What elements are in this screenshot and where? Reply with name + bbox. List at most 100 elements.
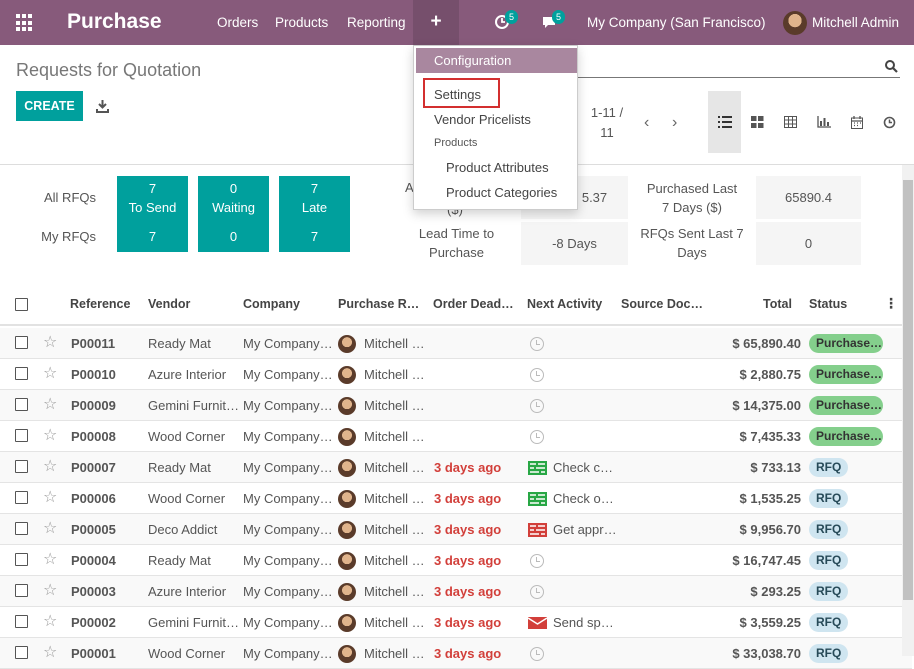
star-icon[interactable]: ☆ [43,642,57,662]
menu-reporting[interactable]: Reporting [347,15,406,30]
column-next-activity[interactable]: Next Activity [527,297,602,311]
search-input[interactable] [578,77,900,78]
star-icon[interactable]: ☆ [43,394,57,414]
top-navbar: Purchase Orders Products Reporting + 5 5… [0,0,914,45]
next-activity-summary[interactable]: Get appr… [553,522,615,537]
next-activity-summary[interactable]: Check o… [553,491,615,506]
pager-next-icon[interactable]: › [672,114,677,132]
list-view-button[interactable] [708,91,741,153]
star-icon[interactable]: ☆ [43,580,57,600]
row-checkbox[interactable] [15,491,28,504]
company-cell: My Company… [243,646,333,661]
row-checkbox[interactable] [15,336,28,349]
user-menu[interactable]: Mitchell Admin [812,15,899,30]
column-source-document[interactable]: Source Doc… [621,297,703,311]
row-checkbox[interactable] [15,615,28,628]
table-row[interactable]: ☆ P00006 Wood Corner My Company… Mitchell … 3… [0,483,912,514]
column-purchase-rep[interactable]: Purchase R… [338,297,419,311]
tile-waiting[interactable]: 0 Waiting [198,176,269,221]
table-row[interactable]: ☆ P00002 Gemini Furnit… My Company… Mitchell… [0,607,912,638]
next-activity-summary[interactable]: Send sp… [553,615,615,630]
table-row[interactable]: ☆ P00008 Wood Corner My Company… Mitchell … $… [0,421,912,452]
tile-my-late[interactable]: 7 [279,221,350,252]
list-icon [717,116,732,128]
clock-icon[interactable] [530,368,544,382]
table-row[interactable]: ☆ P00003 Azure Interior My Company… Mitchell… [0,576,912,607]
row-checkbox[interactable] [15,584,28,597]
my-rfqs-label: My RFQs [41,229,96,244]
pager-range[interactable]: 1-11 / [590,103,624,123]
pager-previous-icon[interactable]: ‹ [644,114,649,132]
activity-status-icon[interactable] [528,492,547,506]
table-row[interactable]: ☆ P00007 Ready Mat My Company… Mitchell … 3 d… [0,452,912,483]
menu-configuration-plus[interactable]: + [413,0,459,45]
star-icon[interactable]: ☆ [43,363,57,383]
table-row[interactable]: ☆ P00005 Deco Addict My Company… Mitchell … 3… [0,514,912,545]
clock-icon[interactable] [530,585,544,599]
create-button[interactable]: CREATE [16,91,83,121]
search-icon[interactable] [884,59,898,73]
pivot-view-button[interactable] [774,91,807,153]
message-count-badge: 5 [552,10,566,24]
graph-view-button[interactable] [807,91,840,153]
messaging-menu[interactable]: 5 [541,10,566,33]
tile-late[interactable]: 7 Late [279,176,350,221]
table-row[interactable]: ☆ P00010 Azure Interior My Company… Mitchell… [0,359,912,390]
table-row[interactable]: ☆ P00011 Ready Mat My Company… Mitchell … $ 6… [0,328,912,359]
calendar-view-button[interactable] [840,91,873,153]
clock-icon[interactable] [530,554,544,568]
table-row[interactable]: ☆ P00004 Ready Mat My Company… Mitchell … 3 d… [0,545,912,576]
star-icon[interactable]: ☆ [43,518,57,538]
clock-icon[interactable] [530,647,544,661]
pager-value[interactable]: 1-11 / 11 [590,103,624,143]
scrollbar-thumb[interactable] [903,180,913,600]
menu-item-product-categories[interactable]: Product Categories [446,185,557,200]
company-cell: My Company… [243,584,333,599]
tile-my-to-send[interactable]: 7 [117,221,188,252]
column-vendor[interactable]: Vendor [148,297,190,311]
optional-columns-icon[interactable]: ⋮ [884,295,898,312]
select-all-checkbox[interactable] [15,298,28,311]
clock-icon[interactable] [530,430,544,444]
kanban-view-button[interactable] [741,91,774,153]
activity-menu[interactable]: 5 [494,10,519,33]
table-row[interactable]: ☆ P00009 Gemini Furnit… My Company… Mitchell… [0,390,912,421]
app-menu-icon[interactable] [16,14,34,32]
row-checkbox[interactable] [15,553,28,566]
next-activity-summary[interactable]: Check c… [553,460,615,475]
activity-status-icon[interactable] [528,461,547,475]
tile-to-send[interactable]: 7 To Send [117,176,188,221]
column-status[interactable]: Status [809,297,847,311]
status-badge: RFQ [809,489,849,508]
star-icon[interactable]: ☆ [43,332,57,352]
menu-item-product-attributes[interactable]: Product Attributes [446,160,549,175]
row-checkbox[interactable] [15,429,28,442]
menu-orders[interactable]: Orders [217,15,258,30]
envelope-icon[interactable] [528,616,547,630]
download-icon[interactable] [96,99,109,113]
column-company[interactable]: Company [243,297,300,311]
menu-products[interactable]: Products [275,15,328,30]
column-order-deadline[interactable]: Order Dead… [433,297,514,311]
row-checkbox[interactable] [15,460,28,473]
row-checkbox[interactable] [15,398,28,411]
user-avatar[interactable] [783,11,807,35]
star-icon[interactable]: ☆ [43,487,57,507]
tile-my-waiting[interactable]: 0 [198,221,269,252]
activity-status-icon[interactable] [528,523,547,537]
column-reference[interactable]: Reference [70,297,130,311]
company-switcher[interactable]: My Company (San Francisco) [587,15,766,30]
star-icon[interactable]: ☆ [43,425,57,445]
menu-item-vendor-pricelists[interactable]: Vendor Pricelists [434,112,531,127]
star-icon[interactable]: ☆ [43,611,57,631]
row-checkbox[interactable] [15,522,28,535]
clock-icon[interactable] [530,399,544,413]
table-row[interactable]: ☆ P00001 Wood Corner My Company… Mitchell … 3… [0,638,912,669]
row-checkbox[interactable] [15,646,28,659]
activity-view-button[interactable] [873,91,906,153]
column-total[interactable]: Total [763,297,792,311]
row-checkbox[interactable] [15,367,28,380]
star-icon[interactable]: ☆ [43,549,57,569]
clock-icon[interactable] [530,337,544,351]
star-icon[interactable]: ☆ [43,456,57,476]
